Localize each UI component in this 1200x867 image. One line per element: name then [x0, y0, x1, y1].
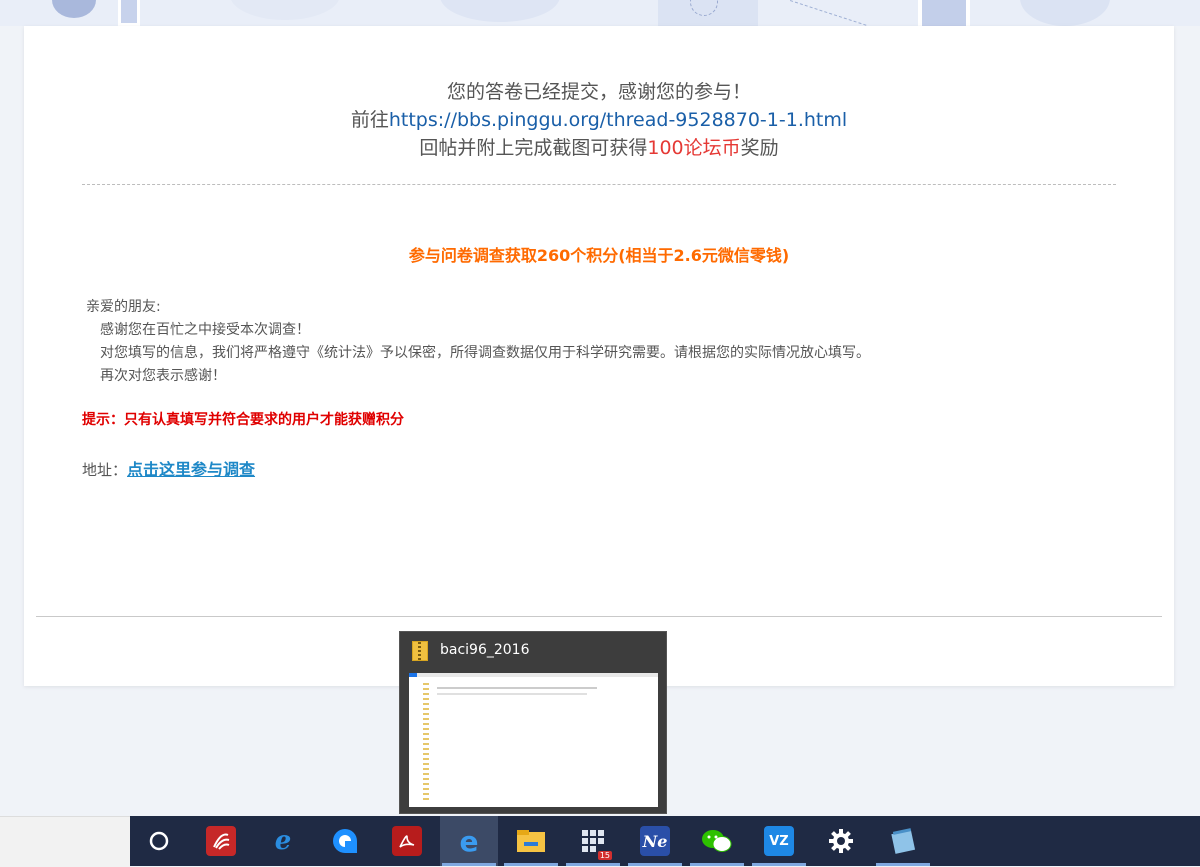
footer-divider — [36, 616, 1162, 617]
notification-badge: 15 — [597, 851, 612, 860]
forum-thread-link[interactable]: https://bbs.pinggu.org/thread-9528870-1-… — [389, 109, 847, 131]
decorative-shape — [52, 0, 96, 18]
chaoxing-icon — [206, 826, 236, 856]
file-explorer-icon — [517, 830, 545, 852]
cloud-app-button[interactable] — [316, 816, 374, 866]
address-label: 地址： — [82, 461, 128, 479]
chaoxing-button[interactable] — [192, 816, 250, 866]
preview-file-row — [437, 693, 587, 695]
window-preview[interactable] — [409, 673, 658, 807]
promo-title: 参与问卷调查获取260个积分(相当于2.6元微信零钱) — [408, 246, 790, 265]
decorative-dashed-line — [789, 0, 867, 26]
address-row: 地址：点击这里参与调查 — [82, 456, 255, 480]
notexpress-button[interactable]: Ne — [626, 816, 684, 866]
wechat-button[interactable] — [688, 816, 746, 866]
notexpress-icon: Ne — [640, 826, 670, 856]
survey-result-card: 您的答卷已经提交，感谢您的参与！ 前往https://bbs.pinggu.or… — [24, 26, 1174, 686]
internet-explorer-button[interactable]: e — [254, 816, 312, 866]
preview-folder-tree — [423, 683, 429, 801]
survey-link[interactable]: 点击这里参与调查 — [127, 460, 255, 479]
notepad-icon — [891, 828, 916, 854]
invitation-letter: 亲爱的朋友: 感谢您在百忙之中接受本次调查！ 对您填写的信息，我们将严格遵守《统… — [86, 296, 870, 388]
thanks-text: 您的答卷已经提交，感谢您的参与！ — [446, 81, 751, 103]
decorative-cloud — [230, 0, 340, 20]
cortana-button[interactable] — [130, 816, 188, 866]
reward-amount: 100论坛币 — [647, 137, 741, 159]
divider — [82, 184, 1116, 185]
edge-icon: e — [459, 824, 479, 858]
tiles-app-icon: 15 — [578, 826, 612, 860]
file-explorer-button[interactable] — [502, 816, 560, 866]
letter-paragraph: 对您填写的信息，我们将严格遵守《统计法》予以保密，所得调查数据仅用于科学研究需要… — [100, 345, 870, 361]
tip-text: 提示：只有认真填写并符合要求的用户才能获赠积分 — [82, 412, 404, 428]
cortana-icon — [149, 831, 169, 851]
preview-accent — [409, 673, 417, 677]
vz-app-button[interactable]: VZ — [750, 816, 808, 866]
forum-link-line: 前往https://bbs.pinggu.org/thread-9528870-… — [24, 106, 1174, 134]
submission-message: 您的答卷已经提交，感谢您的参与！ 前往https://bbs.pinggu.or… — [24, 78, 1174, 162]
letter-paragraph: 再次对您表示感谢！ — [100, 368, 226, 384]
taskbar-thumbnail-preview[interactable]: baci96_2016 — [399, 631, 667, 814]
acrobat-button[interactable] — [378, 816, 436, 866]
vz-app-icon: VZ — [764, 826, 794, 856]
wechat-icon — [702, 830, 732, 852]
header-banner — [0, 0, 1200, 26]
taskbar-left-strip — [0, 816, 130, 867]
letter-greeting: 亲爱的朋友: — [86, 299, 161, 315]
settings-button[interactable] — [812, 816, 870, 866]
cloud-app-icon — [333, 829, 357, 853]
edge-button[interactable]: e — [440, 816, 498, 866]
internet-explorer-icon: e — [274, 826, 292, 856]
notepad-button[interactable] — [874, 816, 932, 866]
preview-ribbon — [409, 673, 658, 677]
acrobat-icon — [392, 826, 422, 856]
decorative-cloud — [440, 0, 560, 22]
decorative-shape — [918, 0, 970, 26]
thumbnail-title: baci96_2016 — [440, 642, 530, 658]
decorative-shape — [118, 0, 140, 26]
zip-folder-icon — [412, 641, 428, 661]
taskbar: e e 15 Ne VZ — [130, 816, 1200, 866]
reward-prefix: 回帖并附上完成截图可获得 — [419, 137, 648, 159]
decorative-cloud — [1020, 0, 1110, 26]
settings-icon — [829, 829, 853, 853]
reward-line: 回帖并附上完成截图可获得100论坛币奖励 — [24, 134, 1174, 162]
tiles-app-button[interactable]: 15 — [564, 816, 622, 866]
reward-suffix: 奖励 — [740, 137, 779, 159]
letter-paragraph: 感谢您在百忙之中接受本次调查！ — [100, 322, 310, 338]
preview-file-row — [437, 687, 597, 689]
forum-link-prefix: 前往 — [350, 109, 389, 131]
